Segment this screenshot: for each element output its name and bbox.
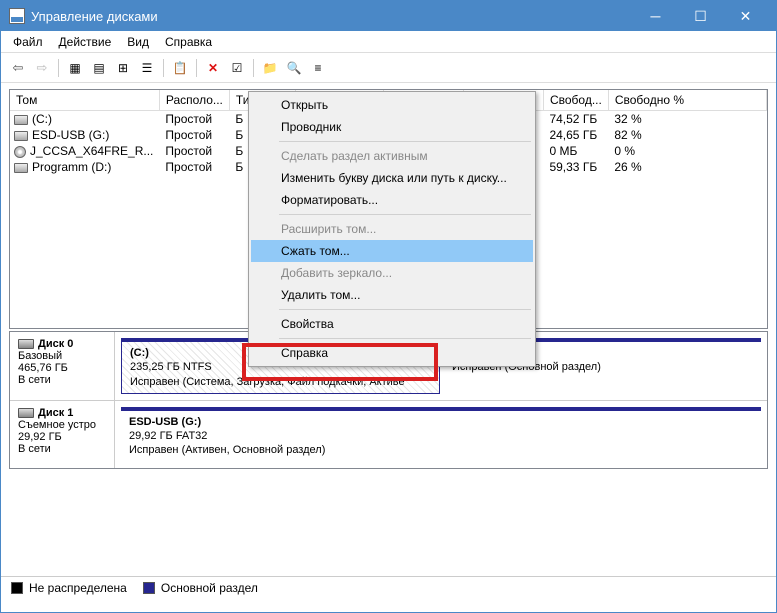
legend-primary: Основной раздел bbox=[143, 581, 258, 595]
menu-item: Добавить зеркало... bbox=[251, 262, 533, 284]
vol-layout: Простой bbox=[159, 111, 229, 128]
part-name: ESD-USB (G:) bbox=[129, 415, 753, 429]
vol-free: 24,65 ГБ bbox=[543, 127, 608, 143]
vol-free: 0 МБ bbox=[543, 143, 608, 159]
col-free[interactable]: Свобод... bbox=[543, 90, 608, 111]
menu-action[interactable]: Действие bbox=[51, 33, 120, 51]
props-button[interactable]: ☑ bbox=[226, 57, 248, 79]
disk-name: Диск 1 bbox=[18, 407, 106, 419]
vol-layout: Простой bbox=[159, 143, 229, 159]
menu-separator bbox=[279, 141, 531, 142]
menu-item: Расширить том... bbox=[251, 218, 533, 240]
part-size: 29,92 ГБ FAT32 bbox=[129, 429, 753, 443]
view4-button[interactable]: ☰ bbox=[136, 57, 158, 79]
maximize-button[interactable]: ☐ bbox=[678, 1, 723, 31]
menu-file[interactable]: Файл bbox=[5, 33, 51, 51]
menu-item: Сделать раздел активным bbox=[251, 145, 533, 167]
disk-type: Базовый bbox=[18, 350, 106, 362]
legend-unallocated: Не распределена bbox=[11, 581, 127, 595]
disk-icon bbox=[18, 339, 34, 349]
menu-separator bbox=[279, 309, 531, 310]
vol-freepct: 82 % bbox=[608, 127, 766, 143]
vol-freepct: 0 % bbox=[608, 143, 766, 159]
disk-row: Диск 1Съемное устро29,92 ГБВ сетиESD-USB… bbox=[10, 401, 767, 468]
swatch-primary bbox=[143, 582, 155, 594]
window-controls: ─ ☐ ✕ bbox=[633, 1, 768, 31]
menu-separator bbox=[279, 338, 531, 339]
search-button[interactable]: 🔍 bbox=[283, 57, 305, 79]
menubar: Файл Действие Вид Справка bbox=[1, 31, 776, 53]
volume-icon bbox=[14, 131, 28, 141]
col-freepct[interactable]: Свободно % bbox=[608, 90, 766, 111]
app-icon bbox=[9, 8, 25, 24]
x-icon: ✕ bbox=[208, 61, 218, 75]
back-button[interactable]: ⇦ bbox=[7, 57, 29, 79]
window-title: Управление дисками bbox=[31, 9, 633, 24]
vol-name: ESD-USB (G:) bbox=[32, 128, 109, 142]
vol-free: 74,52 ГБ bbox=[543, 111, 608, 128]
forward-button[interactable]: ⇨ bbox=[31, 57, 53, 79]
menu-item[interactable]: Открыть bbox=[251, 94, 533, 116]
close-button[interactable]: ✕ bbox=[723, 1, 768, 31]
arrow-left-icon: ⇦ bbox=[13, 60, 24, 76]
vol-freepct: 26 % bbox=[608, 159, 766, 175]
vol-layout: Простой bbox=[159, 159, 229, 175]
part-info: Исправен (Система, Загрузка, Файл подкач… bbox=[130, 375, 431, 389]
menu-item[interactable]: Свойства bbox=[251, 313, 533, 335]
content-area: Том Располо... Тип Файловая с... Состоян… bbox=[1, 89, 776, 598]
vol-name: Programm (D:) bbox=[32, 160, 111, 174]
swatch-unallocated bbox=[11, 582, 23, 594]
view3-button[interactable]: ⊞ bbox=[112, 57, 134, 79]
delete-button[interactable]: ✕ bbox=[202, 57, 224, 79]
legend: Не распределена Основной раздел bbox=[1, 576, 776, 598]
col-volume[interactable]: Том bbox=[10, 90, 159, 111]
col-layout[interactable]: Располо... bbox=[159, 90, 229, 111]
vol-name: J_CCSA_X64FRE_R... bbox=[30, 144, 153, 158]
disk-icon bbox=[18, 408, 34, 418]
view2-button[interactable]: ▤ bbox=[88, 57, 110, 79]
arrow-right-icon: ⇨ bbox=[37, 60, 48, 76]
menu-view[interactable]: Вид bbox=[119, 33, 157, 51]
disk-size: 29,92 ГБ bbox=[18, 431, 106, 443]
folder-button[interactable]: 📁 bbox=[259, 57, 281, 79]
separator bbox=[196, 59, 197, 77]
separator bbox=[253, 59, 254, 77]
legend-primary-label: Основной раздел bbox=[161, 581, 258, 595]
vol-free: 59,33 ГБ bbox=[543, 159, 608, 175]
separator bbox=[58, 59, 59, 77]
view1-button[interactable]: ▦ bbox=[64, 57, 86, 79]
toolbar: ⇦ ⇨ ▦ ▤ ⊞ ☰ 📋 ✕ ☑ 📁 🔍 ≡ bbox=[1, 53, 776, 83]
menu-item[interactable]: Справка bbox=[251, 342, 533, 364]
menu-item[interactable]: Изменить букву диска или путь к диску... bbox=[251, 167, 533, 189]
part-info: Исправен (Активен, Основной раздел) bbox=[129, 443, 753, 457]
disk-name: Диск 0 bbox=[18, 338, 106, 350]
settings-button[interactable]: 📋 bbox=[169, 57, 191, 79]
context-menu: ОткрытьПроводник Сделать раздел активнымИ… bbox=[248, 91, 536, 367]
titlebar: Управление дисками ─ ☐ ✕ bbox=[1, 1, 776, 31]
separator bbox=[163, 59, 164, 77]
legend-unallocated-label: Не распределена bbox=[29, 581, 127, 595]
vol-freepct: 32 % bbox=[608, 111, 766, 128]
menu-help[interactable]: Справка bbox=[157, 33, 220, 51]
menu-separator bbox=[279, 214, 531, 215]
disk-size: 465,76 ГБ bbox=[18, 362, 106, 374]
volume-icon bbox=[14, 146, 26, 158]
disk-label: Диск 1Съемное устро29,92 ГБВ сети bbox=[10, 401, 115, 468]
disk-partitions: ESD-USB (G:)29,92 ГБ FAT32Исправен (Акти… bbox=[115, 401, 767, 468]
menu-item[interactable]: Проводник bbox=[251, 116, 533, 138]
menu-item[interactable]: Сжать том... bbox=[251, 240, 533, 262]
partition[interactable]: ESD-USB (G:)29,92 ГБ FAT32Исправен (Акти… bbox=[121, 407, 761, 462]
disk-type: Съемное устро bbox=[18, 419, 106, 431]
menu-item[interactable]: Форматировать... bbox=[251, 189, 533, 211]
list-button[interactable]: ≡ bbox=[307, 57, 329, 79]
disk-status: В сети bbox=[18, 374, 106, 386]
volume-icon bbox=[14, 115, 28, 125]
vol-layout: Простой bbox=[159, 127, 229, 143]
disk-status: В сети bbox=[18, 443, 106, 455]
volume-icon bbox=[14, 163, 28, 173]
menu-item[interactable]: Удалить том... bbox=[251, 284, 533, 306]
disk-label: Диск 0Базовый465,76 ГБВ сети bbox=[10, 332, 115, 400]
vol-name: (C:) bbox=[32, 112, 52, 126]
minimize-button[interactable]: ─ bbox=[633, 1, 678, 31]
